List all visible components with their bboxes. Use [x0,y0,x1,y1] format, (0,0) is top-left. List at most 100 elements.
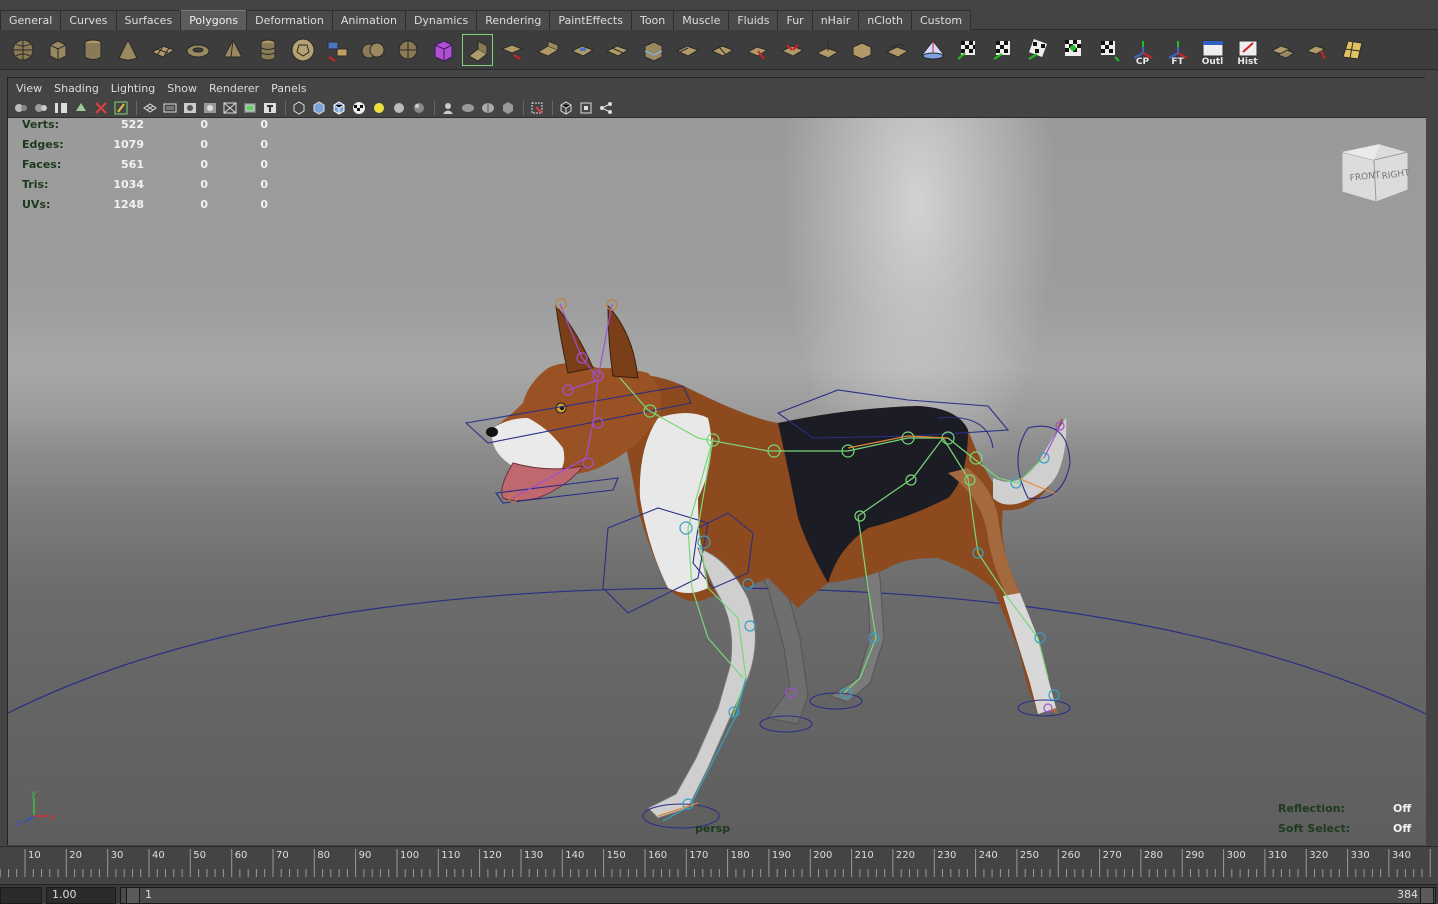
panel-menu-panels[interactable]: Panels [271,82,306,95]
wireframe-on-shaded-icon[interactable] [330,100,348,116]
xray-components-icon[interactable] [499,100,517,116]
shelf-tab-nhair[interactable]: nHair [811,10,860,30]
cp-icon[interactable]: CP [1126,33,1159,67]
shelf-tab-fluids[interactable]: Fluids [728,10,779,30]
outliner-icon[interactable]: Outl [1196,33,1229,67]
cut-faces-icon[interactable] [706,33,739,67]
checker-uv-icon[interactable] [951,33,984,67]
cylindrical-map-icon[interactable] [1021,33,1054,67]
two-d-pan-zoom-icon[interactable] [92,100,110,116]
smooth-shade-icon[interactable] [310,100,328,116]
panel-menu-renderer[interactable]: Renderer [209,82,259,95]
image-plane-icon[interactable] [72,100,90,116]
poly-plane-icon[interactable] [146,33,179,67]
soccer-ball-icon[interactable] [286,33,319,67]
safe-action-icon[interactable] [241,100,259,116]
isolate-select-icon[interactable] [439,100,457,116]
mirror-geometry-icon[interactable] [916,33,949,67]
grid-select-icon[interactable] [1336,33,1369,67]
shadows-icon[interactable] [390,100,408,116]
field-chart-icon[interactable] [221,100,239,116]
timeline-tick-label: 30 [111,850,124,861]
timeline-tick-label: 250 [1020,850,1039,861]
shelf-tabs: General Curves Surfaces Polygons Deformation… [0,10,972,30]
sculpt-icon[interactable] [741,33,774,67]
use-all-lights-icon[interactable] [370,100,388,116]
resolution-gate-icon[interactable] [181,100,199,116]
automatic-map-icon[interactable] [1091,33,1124,67]
view-cube[interactable]: FRONT RIGHT [1338,140,1411,209]
select-faces-icon[interactable] [1301,33,1334,67]
insert-edge-loop-icon[interactable] [636,33,669,67]
shelf-tab-curves[interactable]: Curves [60,10,117,30]
shelf-tab-polygons[interactable]: Polygons [180,10,248,30]
playback-range-bar[interactable] [120,887,1436,904]
share-icon[interactable] [597,100,615,116]
shelf-tab-ncloth[interactable]: nCloth [858,10,912,30]
panel-menu-view[interactable]: View [16,82,42,95]
panel-menu-show[interactable]: Show [167,82,197,95]
split-polygon-icon[interactable] [601,33,634,67]
poly-cone-icon[interactable] [111,33,144,67]
fill-hole-icon[interactable] [566,33,599,67]
panel-menu-shading[interactable]: Shading [54,82,99,95]
film-gate-icon[interactable] [161,100,179,116]
combine-icon[interactable] [321,33,354,67]
shelf-tab-general[interactable]: General [0,10,62,30]
append-polygon-icon[interactable] [531,33,564,67]
shelf-tab-custom[interactable]: Custom [911,10,972,30]
shelf-tab-dynamics[interactable]: Dynamics [404,10,478,30]
highlight-selection-icon[interactable] [528,100,546,116]
history-icon[interactable]: Hist [1231,33,1264,67]
xray-joints-icon[interactable] [479,100,497,116]
shelf-tab-rendering[interactable]: Rendering [476,10,551,30]
extract-icon[interactable] [391,33,424,67]
offset-edge-loop-icon[interactable] [671,33,704,67]
viewport-persp[interactable]: Verts: 522 0 0 Edges: 1079 0 0 Faces: 56… [8,118,1426,845]
spherical-map-icon[interactable] [1056,33,1089,67]
bridge-icon[interactable] [496,33,529,67]
model-panel: View Shading Lighting Show Renderer Pane… [7,77,1426,845]
transfer-attributes-icon[interactable] [1266,33,1299,67]
safe-title-icon[interactable] [261,100,279,116]
xray-icon[interactable] [459,100,477,116]
smooth-cube-icon[interactable] [426,33,459,67]
camera-attributes-icon[interactable] [32,100,50,116]
separate-icon[interactable] [356,33,389,67]
wireframe-icon[interactable] [290,100,308,116]
default-view-icon[interactable] [557,100,575,116]
poly-pipe-icon[interactable] [251,33,284,67]
time-slider[interactable]: 10 20 30 40 50 60 70 80 90 100 110 120 130 140 150 160 1… [0,846,1438,884]
shelf-tab-toon[interactable]: Toon [630,10,675,30]
textured-icon[interactable] [350,100,368,116]
poly-torus-icon[interactable] [181,33,214,67]
panel-menu-lighting[interactable]: Lighting [111,82,155,95]
poly-cube-icon[interactable] [41,33,74,67]
shelf-tab-animation[interactable]: Animation [331,10,406,30]
poly-prism-icon[interactable] [216,33,249,67]
bevel-icon[interactable] [846,33,879,67]
grease-pencil-icon[interactable] [112,100,130,116]
shelf-tab-surfaces[interactable]: Surfaces [115,10,182,30]
extrude-icon[interactable] [461,33,494,67]
poly-cylinder-icon[interactable] [76,33,109,67]
shelf-tab-deformation[interactable]: Deformation [246,10,333,30]
planar-map-icon[interactable] [986,33,1019,67]
screen-space-ao-icon[interactable] [410,100,428,116]
collapse-icon[interactable] [811,33,844,67]
bookmarks-icon[interactable] [52,100,70,116]
shelf-tab-fur[interactable]: Fur [777,10,813,30]
start-frame-field-left[interactable] [0,887,42,904]
select-camera-icon[interactable] [12,100,30,116]
poly-sphere-icon[interactable] [6,33,39,67]
shelf-tab-muscle[interactable]: Muscle [673,10,730,30]
merge-vertex-icon[interactable] [776,33,809,67]
duplicate-face-icon[interactable] [881,33,914,67]
frame-all-icon[interactable] [577,100,595,116]
gate-mask-icon[interactable] [201,100,219,116]
range-end-handle[interactable] [1420,887,1434,904]
shelf-tab-painteffects[interactable]: PaintEffects [549,10,632,30]
grid-icon[interactable] [141,100,159,116]
range-start-handle[interactable] [126,887,140,904]
ft-icon[interactable]: FT [1161,33,1194,67]
